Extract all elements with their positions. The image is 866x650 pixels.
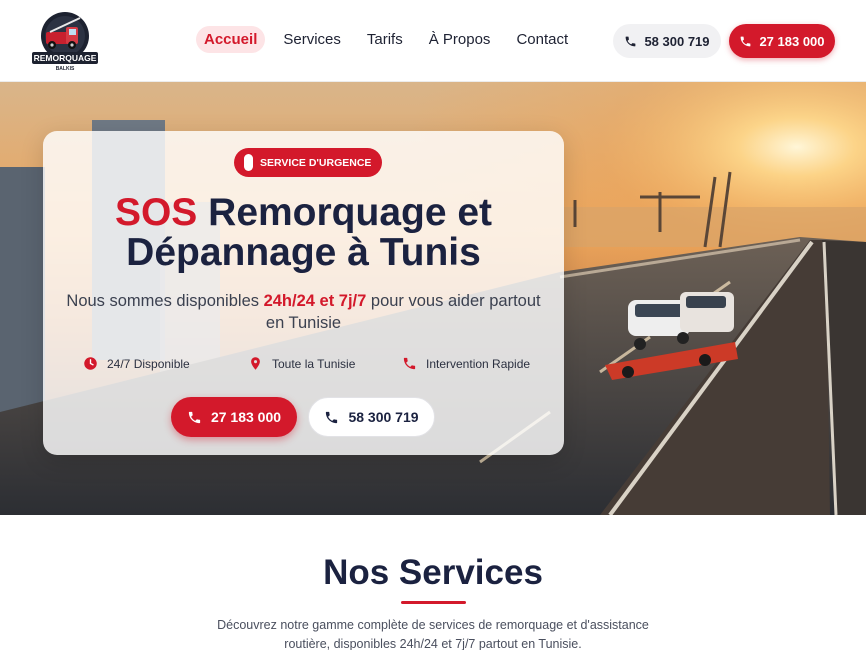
hero-title: SOS Remorquage et Dépannage à Tunis <box>43 193 564 273</box>
services-title: Nos Services <box>323 553 543 592</box>
logo-text-sub: BALKIS <box>56 66 75 72</box>
hero-call-primary-label: 27 183 000 <box>210 409 282 425</box>
feature-rapid-intervention: Intervention Rapide <box>402 356 530 371</box>
hero-title-accent: SOS <box>114 191 198 234</box>
header-phone-primary-label: 27 183 000 <box>759 33 825 49</box>
logo-text-main: REMORQUAGE <box>34 53 97 63</box>
phone-icon <box>741 36 751 46</box>
phone-icon <box>403 357 416 370</box>
nav-item-contact[interactable]: Contact <box>508 26 576 53</box>
main-nav: Accueil Services Tarifs À Propos Contact <box>196 26 576 53</box>
alert-icon <box>244 154 253 171</box>
site-header: REMORQUAGE BALKIS Accueil Services Tarif… <box>0 0 866 82</box>
emergency-badge-label: SERVICE D'URGENCE <box>260 156 372 169</box>
hero-title-line1: Remorquage et <box>197 191 493 234</box>
phone-icon <box>188 411 201 423</box>
nav-item-a-propos[interactable]: À Propos <box>421 26 499 53</box>
phone-icon <box>326 411 338 423</box>
header-call-button-primary[interactable]: 27 183 000 <box>729 24 835 58</box>
feature-coverage: Toute la Tunisie <box>248 356 355 371</box>
hero-title-line2: Dépannage à Tunis <box>126 231 481 274</box>
header-call-button-secondary[interactable]: 58 300 719 <box>613 24 721 58</box>
services-title-underline <box>401 601 466 604</box>
clock-icon <box>84 357 97 370</box>
nav-item-accueil[interactable]: Accueil <box>196 26 266 53</box>
hero-call-button-secondary[interactable]: 58 300 719 <box>308 397 435 437</box>
emergency-badge: SERVICE D'URGENCE <box>234 148 383 177</box>
nav-item-services[interactable]: Services <box>275 26 349 53</box>
services-description: Découvrez notre gamme complète de servic… <box>217 618 649 650</box>
hero-subtitle: Nous sommes disponibles 24h/24 et 7j/7 p… <box>63 290 544 334</box>
phone-icon <box>626 36 636 46</box>
hero-call-button-primary[interactable]: 27 183 000 <box>171 397 297 437</box>
hero-call-secondary-label: 58 300 719 <box>348 409 419 425</box>
hero-card: SERVICE D'URGENCE SOS Remorquage et Dépa… <box>43 131 564 455</box>
feature-coverage-label: Toute la Tunisie <box>272 356 356 371</box>
feature-availability: 24/7 Disponible <box>83 356 190 371</box>
hero-subtitle-highlight: 24h/24 et 7j/7 <box>263 292 367 310</box>
company-logo[interactable]: REMORQUAGE BALKIS <box>30 10 100 72</box>
feature-availability-label: 24/7 Disponible <box>107 356 190 371</box>
nav-item-tarifs[interactable]: Tarifs <box>359 26 411 53</box>
hero-section: SERVICE D'URGENCE SOS Remorquage et Dépa… <box>0 82 866 515</box>
header-phone-secondary-label: 58 300 719 <box>644 33 710 49</box>
map-pin-icon <box>251 357 260 370</box>
hero-subtitle-pre: Nous sommes disponibles <box>66 292 264 310</box>
feature-rapid-intervention-label: Intervention Rapide <box>426 356 531 371</box>
